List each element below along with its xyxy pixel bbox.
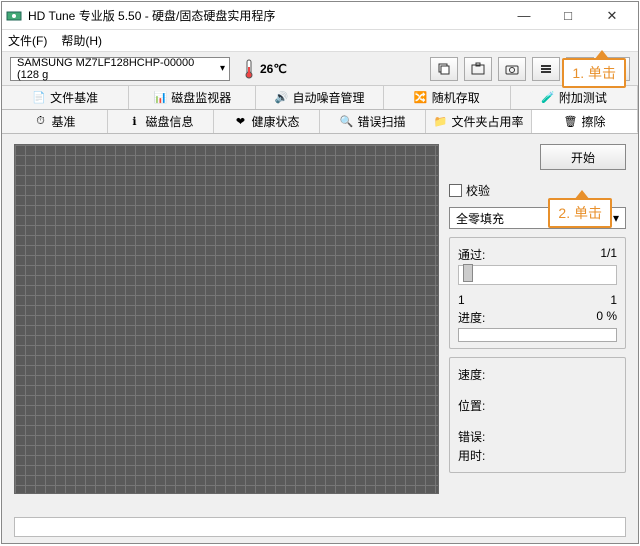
tabs: 📄文件基准 📊磁盘监视器 🔊自动噪音管理 🔀随机存取 🧪附加测试 ⏱基准 ℹ磁盘… [2, 86, 638, 134]
verify-checkbox[interactable] [449, 184, 462, 197]
temperature-display: 26℃ [244, 59, 287, 79]
device-label: SAMSUNG MZ7LF128HCHP-00000 (128 g [17, 57, 209, 81]
close-button[interactable]: ✕ [590, 3, 634, 29]
temperature-value: 26℃ [260, 62, 287, 76]
tab-extra-tests[interactable]: 🧪附加测试 [511, 86, 638, 109]
stats-panel: 速度: 位置: 错误: 用时: [449, 357, 626, 473]
document-icon: 📄 [32, 91, 46, 105]
tab-random-access[interactable]: 🔀随机存取 [384, 86, 511, 109]
pass-panel: 通过: 1/1 1 1 进度: 0 % [449, 237, 626, 349]
callout-step-1: 1. 单击 [562, 58, 626, 88]
progress-value: 0 % [596, 309, 617, 326]
random-icon: 🔀 [414, 91, 428, 105]
start-button[interactable]: 开始 [540, 144, 626, 170]
position-label: 位置: [458, 397, 485, 414]
scan-icon: 🔍 [339, 115, 353, 129]
extra-icon: 🧪 [541, 91, 555, 105]
tab-error-scan[interactable]: 🔍错误扫描 [320, 110, 426, 133]
maximize-button[interactable]: □ [546, 3, 590, 29]
tab-erase[interactable]: 🗑擦除 [532, 110, 638, 133]
pass-label: 通过: [458, 246, 485, 263]
status-bar [14, 517, 626, 537]
progress-bar [458, 328, 617, 342]
range-max: 1 [610, 293, 617, 307]
health-icon: ❤ [233, 115, 247, 129]
error-label: 错误: [458, 428, 485, 445]
minimize-button[interactable]: — [502, 3, 546, 29]
device-dropdown[interactable]: SAMSUNG MZ7LF128HCHP-00000 (128 g [10, 57, 230, 81]
toolbar: SAMSUNG MZ7LF128HCHP-00000 (128 g 26℃ 退 [2, 52, 638, 86]
window-title: HD Tune 专业版 5.50 - 硬盘/固态硬盘实用程序 [28, 7, 502, 24]
info-icon: ℹ [127, 115, 141, 129]
screenshot-icon[interactable] [464, 57, 492, 81]
titlebar: HD Tune 专业版 5.50 - 硬盘/固态硬盘实用程序 — □ ✕ [2, 2, 638, 30]
copy-icon[interactable] [430, 57, 458, 81]
app-icon [6, 8, 22, 24]
tab-disk-monitor[interactable]: 📊磁盘监视器 [129, 86, 256, 109]
verify-label: 校验 [466, 182, 490, 199]
speaker-icon: 🔊 [275, 91, 289, 105]
progress-label: 进度: [458, 309, 485, 326]
pass-slider[interactable] [458, 265, 617, 285]
menu-help[interactable]: 帮助(H) [61, 32, 102, 49]
block-grid [14, 144, 439, 494]
tab-health[interactable]: ❤健康状态 [214, 110, 320, 133]
camera-icon[interactable] [498, 57, 526, 81]
monitor-icon: 📊 [153, 91, 167, 105]
menubar: 文件(F) 帮助(H) [2, 30, 638, 52]
chevron-down-icon: ▾ [613, 211, 619, 225]
time-label: 用时: [458, 447, 485, 464]
folder-icon: 📁 [433, 115, 447, 129]
erase-icon: 🗑 [563, 114, 577, 128]
pass-value: 1/1 [600, 246, 617, 263]
range-min: 1 [458, 293, 465, 307]
callout-step-2: 2. 单击 [548, 198, 612, 228]
settings-icon[interactable] [532, 57, 560, 81]
gauge-icon: ⏱ [33, 115, 47, 129]
tab-file-benchmark[interactable]: 📄文件基准 [2, 86, 129, 109]
tab-info[interactable]: ℹ磁盘信息 [108, 110, 214, 133]
menu-file[interactable]: 文件(F) [8, 32, 47, 49]
tab-folder-usage[interactable]: 📁文件夹占用率 [426, 110, 532, 133]
speed-label: 速度: [458, 366, 485, 383]
tab-aam[interactable]: 🔊自动噪音管理 [256, 86, 383, 109]
tab-benchmark[interactable]: ⏱基准 [2, 110, 108, 133]
thermometer-icon [244, 59, 254, 79]
